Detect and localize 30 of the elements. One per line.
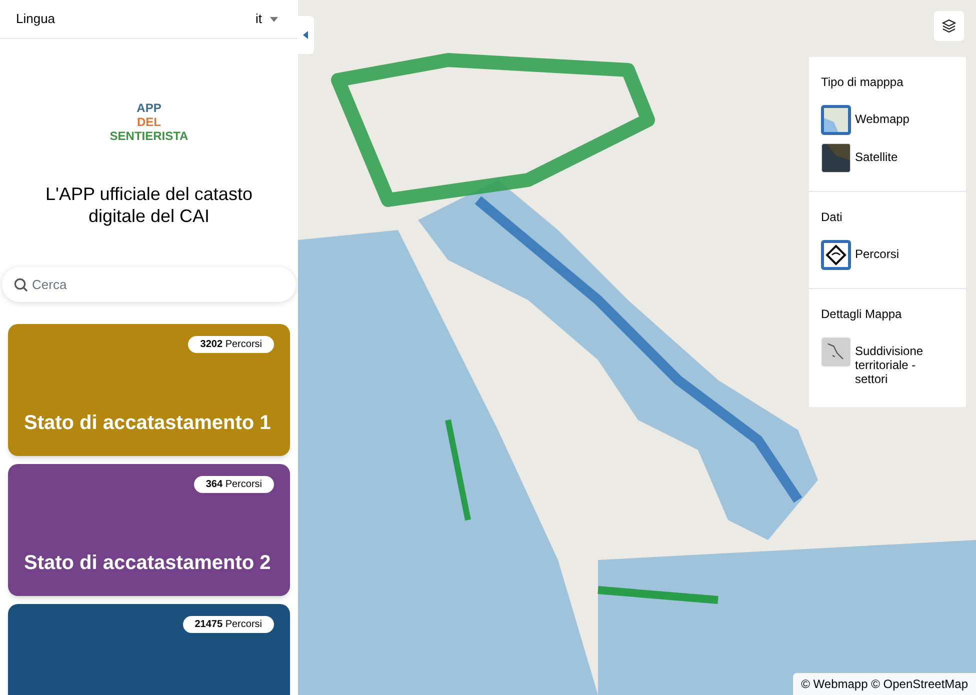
status-card[interactable]: 3202 Percorsi Stato di accatastamento 1 xyxy=(8,324,290,456)
tagline: L'APP ufficiale del catasto digitale del CAI xyxy=(44,183,254,227)
search-input[interactable]: Cerca xyxy=(32,274,284,294)
section-title: Tipo di mapppa xyxy=(821,74,904,91)
section-title: Dati xyxy=(821,209,844,226)
layer-option[interactable]: Percorsi xyxy=(821,240,954,270)
route-count-badge: 364 Percorsi xyxy=(194,476,274,493)
card-title: Stato di accatastamento 2 xyxy=(24,551,272,576)
layers-icon xyxy=(942,19,956,33)
status-card[interactable]: 364 Percorsi Stato di accatastamento 2 xyxy=(8,464,290,596)
layer-option[interactable]: Suddivisione territoriale - settori xyxy=(821,337,954,386)
search-field[interactable]: Cerca xyxy=(2,267,296,302)
layers-button[interactable] xyxy=(934,11,964,41)
logo-text: DEL xyxy=(137,115,161,129)
route-count-badge: 3202 Percorsi xyxy=(188,336,274,353)
search-icon xyxy=(14,278,28,292)
logo-text: APP xyxy=(136,101,162,115)
card-title: Stato di accatastamento 1 xyxy=(24,411,272,436)
language-label: Lingua xyxy=(16,10,56,28)
logo-text: SENTIERISTA xyxy=(110,129,188,143)
layer-option[interactable]: Webmapp xyxy=(821,105,954,135)
collapse-sidebar-button[interactable] xyxy=(298,16,314,54)
layer-option[interactable]: Satellite xyxy=(821,143,954,173)
route-count-badge: 21475 Percorsi xyxy=(182,616,274,633)
status-card[interactable]: 21475 Percorsi xyxy=(8,604,290,695)
section-title: Dettagli Mappa xyxy=(821,306,903,323)
attribution-overlay: © Webmapp © OpenStreetMap xyxy=(793,673,976,695)
caret-icon xyxy=(303,31,309,39)
language-select[interactable]: it xyxy=(256,9,282,29)
dropdown-caret-icon xyxy=(270,16,278,22)
